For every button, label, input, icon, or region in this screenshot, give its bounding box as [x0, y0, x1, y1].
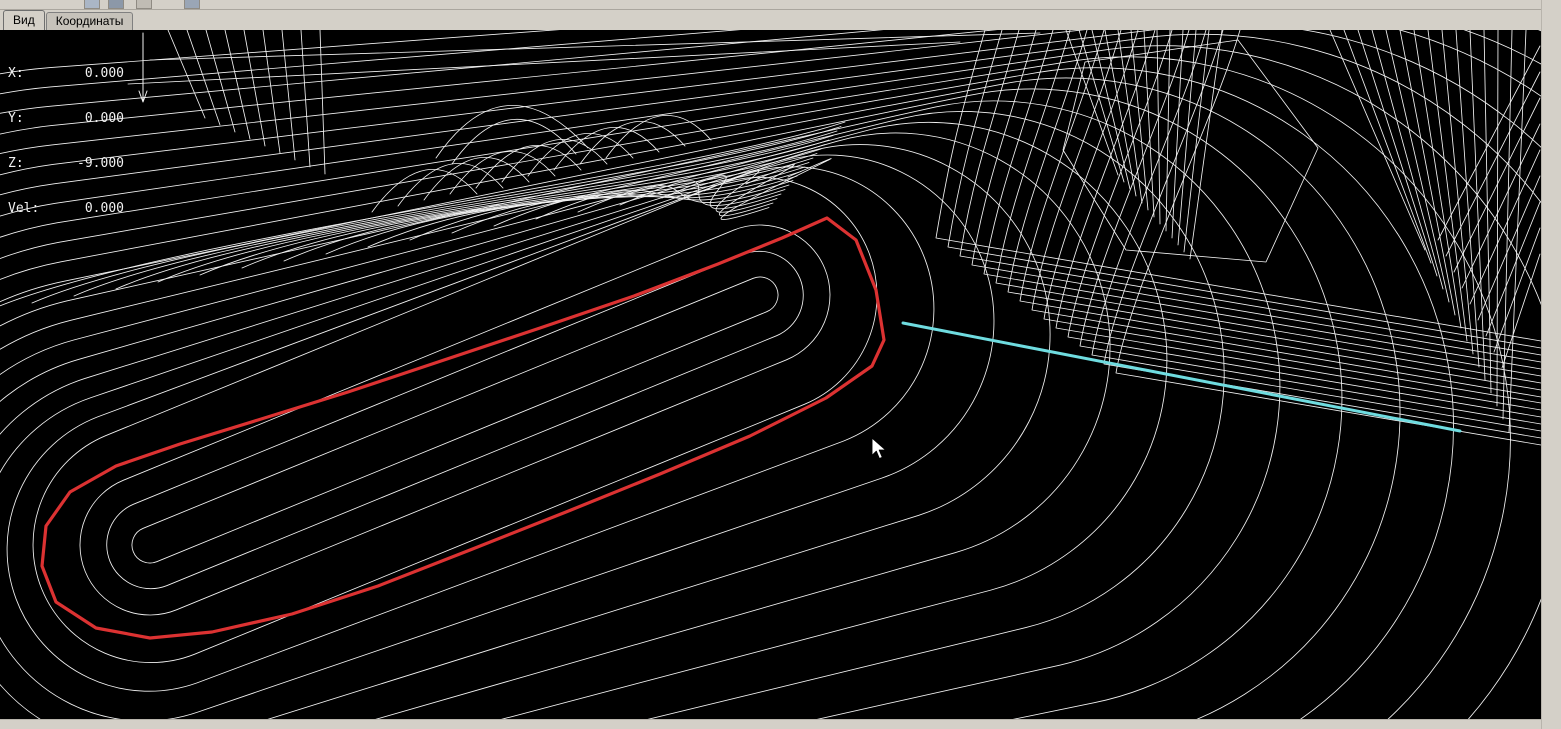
tab-bar: Вид Координаты: [0, 10, 1541, 30]
toolpath-line: [0, 30, 1541, 176]
toolpath-line: [1485, 201, 1541, 337]
tab-coordinates[interactable]: Координаты: [45, 12, 134, 30]
toolpath-line: [1091, 30, 1131, 190]
readout-label-x: X:: [8, 66, 24, 81]
toolpath-line: [319, 30, 326, 175]
readout-label-vel: Vel:: [8, 201, 40, 216]
toolpath-line: [0, 30, 1541, 155]
wireframe-toolpaths: [0, 30, 1541, 719]
toolpath-line: [1501, 253, 1541, 369]
readout-value-x: 0.000: [84, 66, 124, 81]
toolpath-line: [1019, 30, 1541, 391]
toolpath-line: [1329, 30, 1426, 251]
toolpath-line: [224, 30, 251, 140]
bottom-panel-strip: [0, 719, 1541, 729]
toolpath-line: [1357, 30, 1438, 277]
application-window: Вид Координаты X: 0.000 Y: 0.000 Z: -9.000 …: [0, 0, 1561, 729]
readout-row-vel: Vel: 0.000: [8, 201, 124, 216]
tab-view[interactable]: Вид: [3, 10, 45, 30]
toolpath-line: [1399, 30, 1456, 316]
toolpath-line: [0, 30, 560, 75]
toolpath-line: [1496, 30, 1499, 407]
mouse-cursor-icon: [871, 437, 887, 459]
toolpath-line: [1091, 30, 1541, 432]
toolpath-line: [1165, 30, 1171, 232]
toolpath-line: [186, 30, 221, 126]
readout-row-y: Y: 0.000: [8, 111, 124, 126]
toolpath-line: [131, 276, 779, 564]
toolpath-line: [971, 30, 1541, 363]
toolpath-line: [1177, 30, 1197, 246]
top-toolbar-strip: [0, 0, 1541, 10]
toolbar-button-fragment-icon[interactable]: [108, 0, 124, 9]
toolpath-line: [0, 100, 1281, 719]
toolpath-line: [1156, 30, 1161, 225]
toolpath-line: [262, 30, 281, 154]
toolpath-line: [0, 45, 1541, 719]
readout-value-z: -9.000: [77, 156, 124, 171]
toolpath-line: [1078, 30, 1125, 183]
toolpath-line: [1413, 30, 1462, 329]
toolpath-line: [0, 30, 741, 95]
toolpath-line: [106, 250, 804, 590]
readout-label-z: Z:: [8, 156, 24, 171]
toolpath-line: [205, 30, 236, 133]
readout-row-x: X: 0.000: [8, 66, 124, 81]
tab-coordinates-label: Координаты: [55, 14, 124, 28]
toolpath-line: [1103, 30, 1541, 439]
readout-row-z: Z: -9.000: [8, 156, 124, 171]
toolbar-button-fragment-icon[interactable]: [136, 0, 152, 9]
toolpath-line: [0, 132, 1111, 719]
right-panel-strip: [1541, 0, 1561, 729]
toolpath-line: [1143, 30, 1155, 218]
toolpath-line: [138, 32, 148, 103]
toolbar-button-fragment-icon[interactable]: [184, 0, 200, 9]
toolpath-line: [0, 30, 1541, 135]
readout-value-vel: 0.000: [84, 201, 124, 216]
selected-segment-line: [901, 321, 1462, 433]
toolpath-line: [371, 169, 478, 213]
toolpath-line: [1055, 30, 1541, 411]
toolpath-line: [0, 88, 1343, 719]
position-readout: X: 0.000 Y: 0.000 Z: -9.000 Vel: 0.000: [8, 36, 124, 246]
toolpath-line: [0, 121, 1168, 719]
toolpath-canvas: [0, 30, 1541, 719]
toolpath-line: [300, 30, 311, 168]
toolpath-line: [1445, 71, 1541, 257]
toolpath-line: [0, 30, 1541, 114]
toolpath-line: [935, 30, 1541, 342]
toolpath-line: [0, 154, 995, 719]
readout-label-y: Y:: [8, 111, 24, 126]
readout-value-y: 0.000: [84, 111, 124, 126]
toolbar-button-fragment-icon[interactable]: [84, 0, 100, 9]
tab-view-label: Вид: [13, 13, 35, 27]
highlighted-toolpath: [40, 216, 886, 640]
backplot-3d-viewport[interactable]: X: 0.000 Y: 0.000 Z: -9.000 Vel: 0.000: [0, 30, 1541, 719]
toolpath-line: [167, 30, 206, 119]
toolpath-line: [1067, 30, 1541, 418]
